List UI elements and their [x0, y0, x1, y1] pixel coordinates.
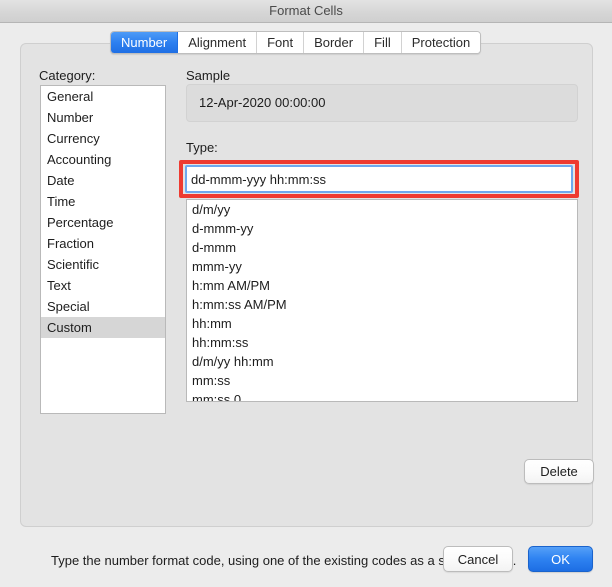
- category-item-date[interactable]: Date: [41, 170, 165, 191]
- category-item-general[interactable]: General: [41, 86, 165, 107]
- type-input[interactable]: [187, 167, 571, 191]
- type-list-item[interactable]: mmm-yy: [187, 257, 577, 276]
- tab-bar: Number Alignment Font Border Fill Protection: [110, 31, 482, 54]
- type-list-item[interactable]: h:mm:ss AM/PM: [187, 295, 577, 314]
- tab-number[interactable]: Number: [111, 32, 179, 53]
- category-item-fraction[interactable]: Fraction: [41, 233, 165, 254]
- category-item-text[interactable]: Text: [41, 275, 165, 296]
- sample-label: Sample: [186, 68, 231, 83]
- category-item-number[interactable]: Number: [41, 107, 165, 128]
- dialog-content-panel: Category: General Number Currency Accountin…: [20, 43, 594, 568]
- sample-value: 12-Apr-2020 00:00:00: [199, 95, 326, 110]
- type-input-container: [185, 165, 573, 193]
- category-label: Category:: [39, 68, 96, 83]
- format-cells-dialog: Format Cells Number Alignment Font Border Fi…: [0, 0, 612, 587]
- delete-button[interactable]: Delete: [524, 459, 594, 484]
- type-list-item[interactable]: d-mmm-yy: [187, 219, 577, 238]
- type-list-item[interactable]: h:mm AM/PM: [187, 276, 577, 295]
- sample-preview-box: 12-Apr-2020 00:00:00: [186, 84, 578, 122]
- type-list-item[interactable]: hh:mm:ss: [187, 333, 577, 352]
- tab-font[interactable]: Font: [257, 32, 305, 53]
- ok-button[interactable]: OK: [528, 546, 593, 572]
- tab-alignment[interactable]: Alignment: [178, 32, 258, 53]
- title-bar: Format Cells: [0, 0, 612, 23]
- tab-label: Number: [121, 35, 168, 50]
- type-list-item[interactable]: d/m/yy: [187, 200, 577, 219]
- category-item-accounting[interactable]: Accounting: [41, 149, 165, 170]
- tab-protection[interactable]: Protection: [401, 32, 481, 53]
- cancel-button[interactable]: Cancel: [443, 546, 513, 572]
- type-list-item[interactable]: mm:ss: [187, 371, 577, 390]
- tab-label: Protection: [411, 35, 471, 50]
- category-item-percentage[interactable]: Percentage: [41, 212, 165, 233]
- tab-label: Fill: [374, 35, 391, 50]
- type-list-item[interactable]: d/m/yy hh:mm: [187, 352, 577, 371]
- category-item-time[interactable]: Time: [41, 191, 165, 212]
- category-item-special[interactable]: Special: [41, 296, 165, 317]
- type-list-item[interactable]: mm:ss.0: [187, 390, 577, 401]
- type-list-item[interactable]: d-mmm: [187, 238, 577, 257]
- tab-fill[interactable]: Fill: [364, 32, 402, 53]
- type-list-item[interactable]: hh:mm: [187, 314, 577, 333]
- category-item-custom[interactable]: Custom: [41, 317, 165, 338]
- tab-label: Alignment: [188, 35, 247, 50]
- category-listbox[interactable]: General Number Currency Accounting Date Time P…: [40, 85, 166, 414]
- tab-border[interactable]: Border: [304, 32, 365, 53]
- tab-label: Border: [314, 35, 354, 50]
- category-item-currency[interactable]: Currency: [41, 128, 165, 149]
- tab-label: Font: [267, 35, 294, 50]
- type-listbox[interactable]: d/m/yy d-mmm-yy d-mmm mmm-yy h:mm AM/PM h:mm:…: [186, 199, 578, 402]
- category-item-scientific[interactable]: Scientific: [41, 254, 165, 275]
- window-title: Format Cells: [269, 3, 343, 18]
- type-label: Type:: [186, 140, 218, 155]
